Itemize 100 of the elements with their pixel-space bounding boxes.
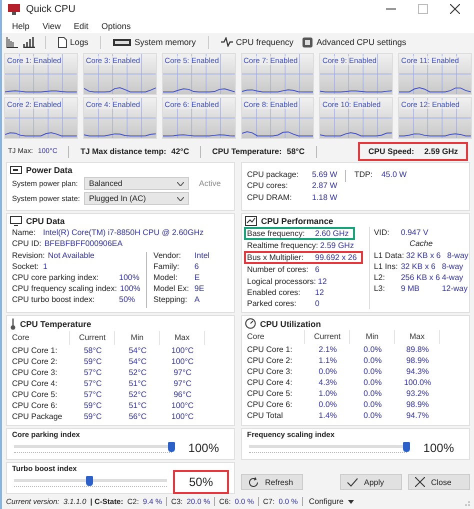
menu-item[interactable]: View bbox=[42, 20, 61, 31]
field-label: Bus x Multiplier: bbox=[247, 253, 304, 262]
column-header[interactable]: Current bbox=[305, 330, 350, 344]
cache-ways: 12-way bbox=[442, 283, 468, 294]
table-cell-text: 100°C bbox=[170, 411, 195, 422]
refresh-button[interactable]: Refresh bbox=[241, 474, 303, 490]
table-cell-text: CPU Core 1: bbox=[247, 344, 294, 356]
section-title: CPU Temperature bbox=[20, 319, 92, 330]
power-state-dropdown[interactable]: Plugged In (AC) bbox=[84, 192, 189, 206]
temperature-label: CPU Temperature: bbox=[212, 147, 282, 156]
column-header[interactable]: Current bbox=[70, 331, 116, 346]
table-cell-text: 100°C bbox=[170, 345, 195, 356]
slider-thumb[interactable] bbox=[86, 476, 94, 486]
distance-value: 42°C bbox=[171, 147, 190, 156]
reading-value: 2.87 W bbox=[312, 180, 338, 192]
toolbar-button[interactable]: Advanced CPU settings bbox=[300, 36, 408, 48]
column-header[interactable]: Core bbox=[12, 331, 70, 346]
field-label: Revision: bbox=[12, 250, 46, 261]
battery-icon bbox=[10, 166, 22, 174]
bar-chart-icon[interactable] bbox=[23, 36, 35, 48]
field-label: Realtime frequency: bbox=[247, 240, 320, 252]
cache-label: L2: bbox=[374, 272, 386, 284]
field-value: BFEBFBFF000906EA bbox=[44, 238, 123, 250]
column-header[interactable]: Core bbox=[247, 330, 306, 344]
configure-menu[interactable]: Configure bbox=[306, 497, 356, 506]
table-cell-text: CPU Core 3: bbox=[247, 366, 294, 378]
slider-track[interactable] bbox=[14, 442, 172, 454]
field-label: Model: bbox=[153, 272, 178, 284]
table-cell-text: 58°C bbox=[82, 345, 103, 356]
field-label: Socket: bbox=[12, 260, 40, 272]
app-icon bbox=[8, 4, 20, 15]
field-value: 1 bbox=[43, 260, 48, 272]
field-value: 2.59 GHz bbox=[320, 240, 354, 252]
cache-size: 256 KB x 6 bbox=[400, 272, 441, 284]
check-icon bbox=[347, 478, 358, 487]
table-cell-text: 51°C bbox=[128, 378, 148, 390]
table-cell-text: 97°C bbox=[172, 378, 192, 390]
slider-track[interactable] bbox=[249, 442, 408, 454]
table-cell-text: CPU Core 3: bbox=[12, 367, 58, 378]
table-cell-text: CPU Core 4: bbox=[12, 378, 58, 390]
field-label: CPU turbo boost index: bbox=[12, 294, 96, 306]
field-value: A bbox=[194, 294, 200, 306]
cache-label: L3: bbox=[374, 283, 386, 294]
table-cell-text: CPU Total bbox=[247, 410, 284, 422]
column-header[interactable]: Max bbox=[160, 331, 205, 346]
field-value: 6 bbox=[315, 264, 320, 276]
table-cell-text: 54°C bbox=[128, 356, 148, 368]
cache-size: 32 KB x 6 bbox=[406, 250, 442, 261]
field-label: Stepping: bbox=[153, 294, 188, 306]
table-cell-text: 52°C bbox=[128, 389, 148, 400]
table-cell-text: 0.0% bbox=[362, 410, 383, 422]
cache-label: L1 Ins: bbox=[374, 260, 399, 272]
power-plan-dropdown[interactable]: Balanced bbox=[84, 177, 189, 190]
table-cell-text: 0.0% bbox=[362, 388, 383, 400]
caret-icon bbox=[177, 196, 184, 201]
table-cell-text: CPU Core 4: bbox=[247, 377, 294, 388]
field-label: CPU frequency scaling index: bbox=[12, 283, 118, 294]
vid-label: VID: bbox=[374, 227, 390, 238]
cache-ways: 8-way bbox=[447, 250, 468, 261]
field-value: 50% bbox=[119, 294, 136, 306]
close-button[interactable]: Close bbox=[408, 474, 470, 490]
table-cell-text: 93.2% bbox=[405, 388, 430, 400]
table-cell-text: 59°C bbox=[82, 411, 103, 422]
column-header[interactable]: Max bbox=[395, 330, 440, 344]
toolbar-button[interactable]: Logs bbox=[56, 36, 90, 48]
table-cell-text: 100.0% bbox=[402, 377, 432, 388]
field-label: CPU ID: bbox=[12, 238, 42, 250]
field-value: 12 bbox=[315, 286, 324, 298]
distance-label: TJ Max distance temp: bbox=[80, 147, 166, 156]
table-cell-text: 0.0% bbox=[362, 344, 383, 356]
cache-ways: 4-way bbox=[442, 272, 464, 284]
vid-value: 0.947 V bbox=[400, 227, 428, 238]
table-cell-text: CPU Core 6: bbox=[247, 399, 294, 410]
close-icon[interactable] bbox=[450, 4, 460, 14]
field-value: 12 bbox=[318, 276, 327, 287]
slider-thumb[interactable] bbox=[168, 442, 176, 452]
field-value: Intel bbox=[194, 250, 210, 261]
section-title: CPU Performance bbox=[261, 216, 334, 226]
section-title: CPU Utilization bbox=[260, 318, 321, 329]
cache-size: 32 KB x 6 bbox=[400, 260, 436, 272]
section-title: Power Data bbox=[26, 165, 72, 176]
table-cell-text: CPU Package bbox=[12, 411, 64, 422]
apply-button[interactable]: Apply bbox=[340, 474, 402, 490]
field-label: Enabled cores: bbox=[247, 286, 302, 298]
table-cell-text: 98.9% bbox=[405, 355, 430, 366]
table-cell-text: 97°C bbox=[172, 367, 192, 378]
toolbar-button[interactable]: CPU frequency bbox=[218, 37, 296, 48]
menu-item[interactable]: Edit bbox=[74, 20, 88, 31]
field-label: Number of cores: bbox=[247, 264, 310, 276]
menu-item[interactable]: Help bbox=[12, 20, 30, 31]
column-header[interactable]: Min bbox=[115, 331, 160, 346]
column-header[interactable]: Min bbox=[350, 330, 396, 344]
table-cell-text: 52°C bbox=[128, 367, 148, 378]
toolbar-button[interactable]: System memory bbox=[111, 37, 198, 48]
bar-chart-icon[interactable] bbox=[6, 36, 18, 48]
reading-label: CPU cores: bbox=[247, 180, 289, 192]
menu-item[interactable]: Options bbox=[101, 20, 131, 31]
slider-thumb[interactable] bbox=[403, 442, 410, 452]
field-value: Not Available bbox=[48, 250, 94, 261]
table-cell-text: 4.3% bbox=[318, 377, 338, 388]
